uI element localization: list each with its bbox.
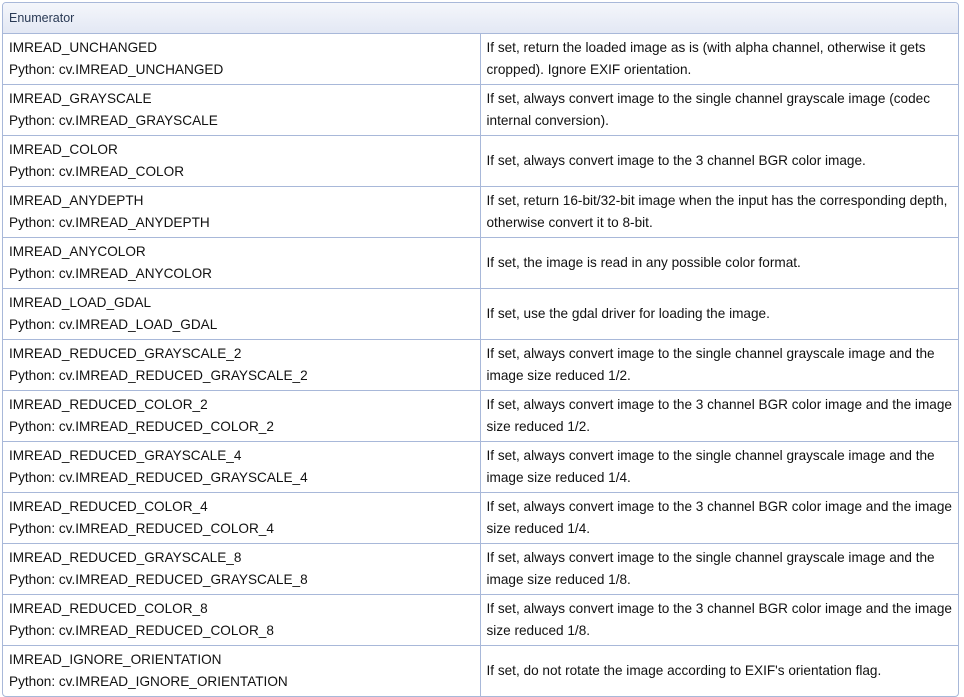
enum-python-name: Python: cv.IMREAD_ANYCOLOR <box>9 266 212 281</box>
enum-description: If set, always convert image to the sing… <box>480 442 958 493</box>
table-row: IMREAD_ANYCOLOR Python: cv.IMREAD_ANYCOL… <box>3 238 958 289</box>
table-row: IMREAD_REDUCED_GRAYSCALE_8 Python: cv.IM… <box>3 544 958 595</box>
enum-description: If set, do not rotate the image accordin… <box>486 663 882 678</box>
enum-name: IMREAD_LOAD_GDAL <box>9 295 152 310</box>
enum-name-cell: IMREAD_GRAYSCALE Python: cv.IMREAD_GRAYS… <box>3 85 481 136</box>
enum-name-cell: IMREAD_ANYDEPTH Python: cv.IMREAD_ANYDEP… <box>3 187 481 238</box>
enum-name: IMREAD_REDUCED_COLOR_2 <box>9 397 208 412</box>
enum-description: If set, always convert image to the 3 ch… <box>480 493 958 544</box>
enum-name: IMREAD_REDUCED_GRAYSCALE_2 <box>9 346 242 361</box>
table-row: IMREAD_UNCHANGED Python: cv.IMREAD_UNCHA… <box>3 34 958 85</box>
enum-python-name: Python: cv.IMREAD_IGNORE_ORIENTATION <box>9 674 288 689</box>
enumerator-table: Enumerator IMREAD_UNCHANGED Python: cv.I… <box>2 2 959 697</box>
enum-description: If set, always convert image to the 3 ch… <box>480 391 958 442</box>
table-row: IMREAD_COLOR Python: cv.IMREAD_COLOR If … <box>3 136 958 187</box>
enum-description: If set, return the loaded image as is (w… <box>480 34 958 85</box>
enum-python-name: Python: cv.IMREAD_REDUCED_COLOR_8 <box>9 623 274 638</box>
table-header-row: Enumerator <box>3 3 958 34</box>
enum-name: IMREAD_ANYDEPTH <box>9 193 144 208</box>
enum-description: If set, use the gdal driver for loading … <box>480 289 958 340</box>
table-row: IMREAD_ANYDEPTH Python: cv.IMREAD_ANYDEP… <box>3 187 958 238</box>
enum-python-name: Python: cv.IMREAD_GRAYSCALE <box>9 113 218 128</box>
enum-description: If set, the image is read in any possibl… <box>480 238 958 289</box>
table-row: IMREAD_REDUCED_GRAYSCALE_4 Python: cv.IM… <box>3 442 958 493</box>
table-row: IMREAD_REDUCED_COLOR_2 Python: cv.IMREAD… <box>3 391 958 442</box>
enum-name-cell: IMREAD_REDUCED_GRAYSCALE_4 Python: cv.IM… <box>3 442 481 493</box>
table-row: IMREAD_REDUCED_COLOR_8 Python: cv.IMREAD… <box>3 595 958 646</box>
enum-description: If set, always convert image to the 3 ch… <box>480 136 958 187</box>
enum-name-cell: IMREAD_REDUCED_GRAYSCALE_2 Python: cv.IM… <box>3 340 481 391</box>
enum-python-name: Python: cv.IMREAD_COLOR <box>9 164 185 179</box>
enum-name-cell: IMREAD_REDUCED_COLOR_4 Python: cv.IMREAD… <box>3 493 481 544</box>
table-row: IMREAD_REDUCED_COLOR_4 Python: cv.IMREAD… <box>3 493 958 544</box>
enum-python-name: Python: cv.IMREAD_REDUCED_GRAYSCALE_2 <box>9 368 308 383</box>
table-body: IMREAD_UNCHANGED Python: cv.IMREAD_UNCHA… <box>3 34 958 696</box>
enum-name-cell: IMREAD_REDUCED_COLOR_8 Python: cv.IMREAD… <box>3 595 481 646</box>
enum-python-name: Python: cv.IMREAD_REDUCED_GRAYSCALE_8 <box>9 572 308 587</box>
enum-name-cell: IMREAD_REDUCED_COLOR_2 Python: cv.IMREAD… <box>3 391 481 442</box>
enum-python-name: Python: cv.IMREAD_UNCHANGED <box>9 62 224 77</box>
enum-name: IMREAD_GRAYSCALE <box>9 91 152 106</box>
table-row: IMREAD_LOAD_GDAL Python: cv.IMREAD_LOAD_… <box>3 289 958 340</box>
enum-name-cell: IMREAD_ANYCOLOR Python: cv.IMREAD_ANYCOL… <box>3 238 481 289</box>
enum-python-name: Python: cv.IMREAD_REDUCED_COLOR_4 <box>9 521 274 536</box>
enum-name: IMREAD_COLOR <box>9 142 118 157</box>
enum-description: If set, return 16-bit/32-bit image when … <box>480 187 958 238</box>
enum-name-cell: IMREAD_REDUCED_GRAYSCALE_8 Python: cv.IM… <box>3 544 481 595</box>
enum-description: If set, always convert image to the sing… <box>480 544 958 595</box>
table-row: IMREAD_IGNORE_ORIENTATION Python: cv.IMR… <box>3 646 958 696</box>
enumerator-table-container: Enumerator IMREAD_UNCHANGED Python: cv.I… <box>2 2 959 697</box>
enum-python-name: Python: cv.IMREAD_LOAD_GDAL <box>9 317 218 332</box>
enum-description: If set, always convert image to the 3 ch… <box>480 595 958 646</box>
enum-name: IMREAD_IGNORE_ORIENTATION <box>9 652 222 667</box>
enum-description: If set, always convert image to the sing… <box>480 340 958 391</box>
enum-name: IMREAD_REDUCED_COLOR_8 <box>9 601 208 616</box>
table-row: IMREAD_GRAYSCALE Python: cv.IMREAD_GRAYS… <box>3 85 958 136</box>
enum-name: IMREAD_UNCHANGED <box>9 40 158 55</box>
table-row: IMREAD_REDUCED_GRAYSCALE_2 Python: cv.IM… <box>3 340 958 391</box>
enum-name: IMREAD_ANYCOLOR <box>9 244 146 259</box>
enum-description: If set, always convert image to the sing… <box>480 85 958 136</box>
enum-name-cell: IMREAD_UNCHANGED Python: cv.IMREAD_UNCHA… <box>3 34 481 85</box>
enum-python-name: Python: cv.IMREAD_REDUCED_GRAYSCALE_4 <box>9 470 308 485</box>
enum-name-cell: IMREAD_LOAD_GDAL Python: cv.IMREAD_LOAD_… <box>3 289 481 340</box>
table-header: Enumerator <box>3 3 958 34</box>
enum-name: IMREAD_REDUCED_GRAYSCALE_4 <box>9 448 242 463</box>
enum-name: IMREAD_REDUCED_GRAYSCALE_8 <box>9 550 242 565</box>
enum-name-cell: IMREAD_COLOR Python: cv.IMREAD_COLOR <box>3 136 481 187</box>
enum-name: IMREAD_REDUCED_COLOR_4 <box>9 499 208 514</box>
enum-python-name: Python: cv.IMREAD_ANYDEPTH <box>9 215 210 230</box>
enum-python-name: Python: cv.IMREAD_REDUCED_COLOR_2 <box>9 419 274 434</box>
enum-name-cell: IMREAD_IGNORE_ORIENTATION Python: cv.IMR… <box>3 646 481 696</box>
